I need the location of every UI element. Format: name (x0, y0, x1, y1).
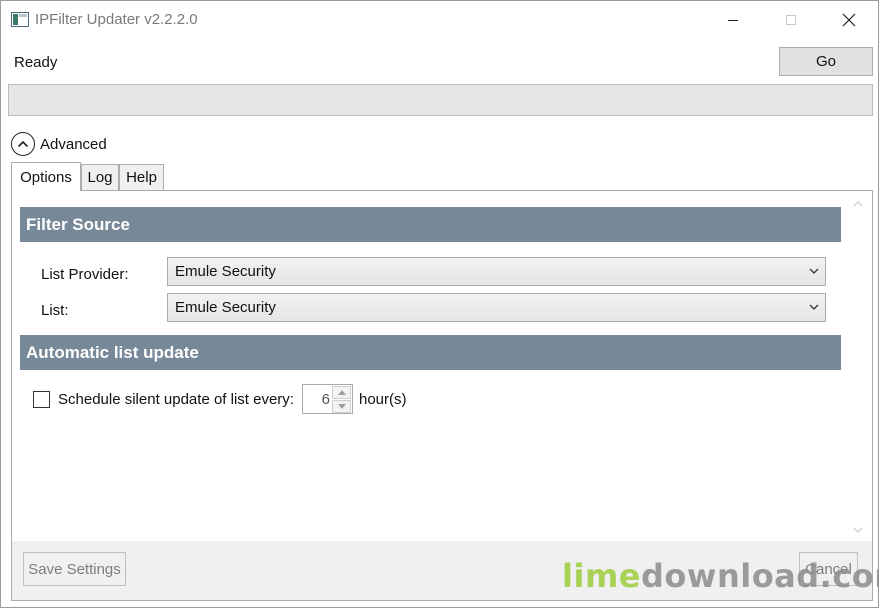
list-provider-label: List Provider: (41, 266, 129, 283)
watermark-logo: limedownload.com (562, 557, 879, 595)
list-value: Emule Security (175, 299, 276, 316)
maximize-icon (786, 15, 796, 25)
chevron-up-circle-icon (11, 132, 35, 156)
filter-source-header: Filter Source (20, 207, 841, 242)
status-text: Ready (14, 54, 58, 71)
maximize-button[interactable] (762, 1, 820, 39)
chevron-down-icon (853, 527, 863, 533)
list-provider-dropdown[interactable]: Emule Security (167, 257, 826, 286)
list-label: List: (41, 302, 69, 319)
watermark-part-2: download.com (640, 557, 879, 595)
caret-up-icon (337, 390, 346, 395)
minimize-icon (728, 20, 738, 21)
vertical-scrollbar[interactable] (847, 193, 869, 541)
chevron-down-icon (809, 268, 819, 274)
advanced-expander[interactable]: Advanced (11, 132, 107, 156)
tab-log[interactable]: Log (81, 164, 119, 190)
watermark-part-1: lime (562, 557, 641, 595)
chevron-up-icon (853, 201, 863, 207)
automatic-update-header: Automatic list update (20, 335, 841, 370)
schedule-label[interactable]: Schedule silent update of list every: (58, 391, 294, 408)
hours-unit-label: hour(s) (359, 391, 407, 408)
schedule-checkbox[interactable] (33, 391, 50, 408)
hours-spinner[interactable]: 6 (302, 384, 353, 414)
window-title: IPFilter Updater v2.2.2.0 (35, 11, 198, 28)
app-icon (11, 12, 29, 27)
tab-help[interactable]: Help (119, 164, 164, 190)
go-button[interactable]: Go (779, 47, 873, 76)
caret-down-icon (337, 404, 346, 409)
spinner-down-button[interactable] (332, 400, 351, 413)
chevron-down-icon (809, 304, 819, 310)
spinner-up-button[interactable] (332, 386, 351, 399)
scroll-down-button[interactable] (847, 523, 869, 537)
hours-value[interactable]: 6 (303, 391, 330, 408)
tab-options[interactable]: Options (11, 162, 81, 191)
close-button[interactable] (820, 1, 878, 39)
scroll-up-button[interactable] (847, 197, 869, 211)
close-icon (842, 13, 856, 27)
title-bar[interactable]: IPFilter Updater v2.2.2.0 (1, 1, 878, 39)
progress-bar (8, 84, 873, 116)
app-window: IPFilter Updater v2.2.2.0 Ready Go Advan… (0, 0, 879, 608)
list-provider-value: Emule Security (175, 263, 276, 280)
advanced-label: Advanced (40, 135, 107, 153)
minimize-button[interactable] (704, 1, 762, 39)
save-settings-button[interactable]: Save Settings (23, 552, 126, 586)
list-dropdown[interactable]: Emule Security (167, 293, 826, 322)
